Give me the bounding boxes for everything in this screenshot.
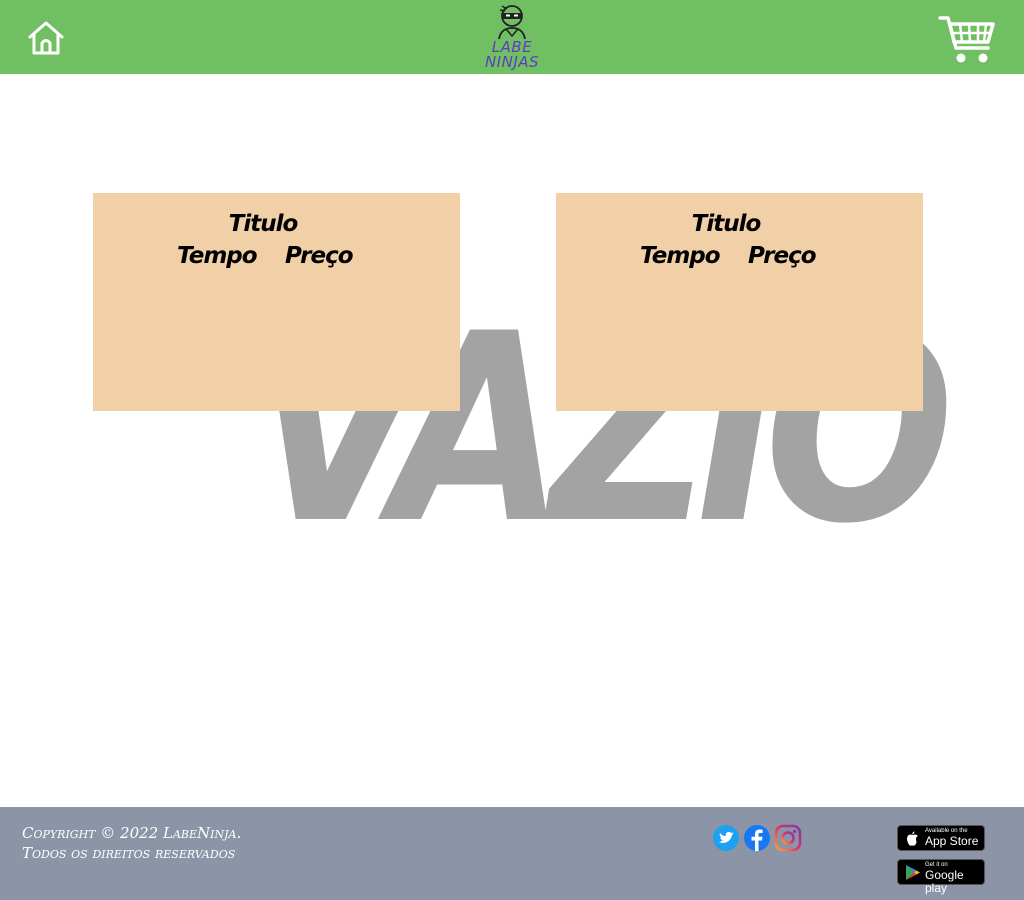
card-info-row: Tempo Preço	[177, 243, 417, 273]
ninja-logo-icon	[498, 5, 526, 40]
cart-button[interactable]	[938, 14, 996, 66]
copyright-line2: Todos os direitos reservados	[22, 844, 236, 862]
card-title: Titulo	[228, 211, 299, 237]
cart-icon	[938, 16, 995, 63]
card-price: Preço	[748, 243, 817, 269]
instagram-link[interactable]	[774, 824, 802, 852]
card-title: Titulo	[691, 211, 762, 237]
copyright-text: Copyright © 2022 LabeNinja. Todos os dir…	[22, 823, 241, 863]
google-play-icon	[906, 865, 920, 880]
google-play-badge[interactable]: Get it on Google play	[897, 859, 985, 895]
logo-text-line2: NINJAS	[484, 53, 540, 71]
service-card[interactable]: Titulo Tempo Preço	[556, 193, 923, 411]
google-play-big-text: Google play	[925, 868, 964, 895]
service-card[interactable]: Titulo Tempo Preço	[93, 193, 460, 411]
facebook-icon	[744, 825, 770, 851]
card-time: Tempo	[640, 243, 721, 269]
card-time: Tempo	[177, 243, 258, 269]
apple-icon	[906, 831, 918, 846]
twitter-link[interactable]	[712, 824, 740, 852]
instagram-icon	[774, 824, 802, 852]
card-price: Preço	[285, 243, 354, 269]
app-store-badge[interactable]: Available on the App Store	[897, 825, 985, 851]
card-info-row: Tempo Preço	[640, 243, 880, 273]
twitter-icon	[713, 825, 739, 851]
facebook-link[interactable]	[743, 824, 771, 852]
app-store-big-text: App Store	[925, 834, 979, 848]
footer: Copyright © 2022 LabeNinja. Todos os dir…	[0, 807, 1024, 900]
home-icon	[28, 21, 64, 55]
copyright-line1: Copyright © 2022 LabeNinja.	[22, 824, 242, 842]
home-button[interactable]	[26, 18, 66, 58]
logo[interactable]: LABE NINJAS	[478, 2, 546, 74]
header: LABE NINJAS	[0, 0, 1024, 74]
